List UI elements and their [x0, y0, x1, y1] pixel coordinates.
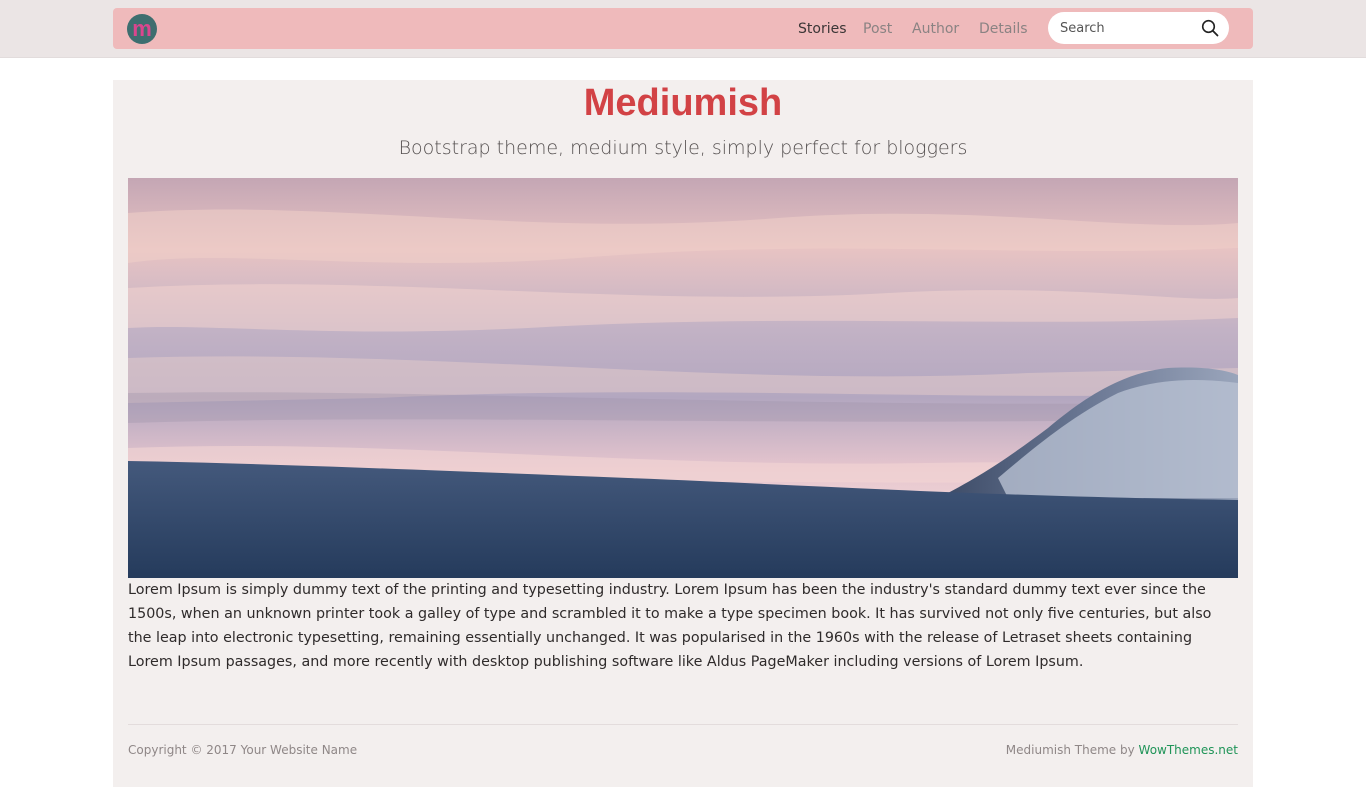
logo-icon[interactable]: m	[127, 14, 157, 44]
footer-credit: Mediumish Theme by WowThemes.net	[1006, 742, 1238, 758]
search-icon[interactable]	[1201, 19, 1219, 37]
nav-stories[interactable]: Stories	[798, 20, 847, 38]
footer-copyright: Copyright © 2017 Your Website Name	[128, 743, 358, 757]
nav-post[interactable]: Post	[863, 20, 892, 38]
footer-credit-prefix: Mediumish Theme by	[1005, 743, 1139, 757]
footer-divider	[128, 724, 1238, 725]
top-bar: m Stories Post Author Details	[0, 0, 1366, 58]
article-body: Lorem Ipsum is simply dummy text of the …	[128, 582, 1212, 670]
site-tagline: Bootstrap theme, medium style, simply pe…	[398, 137, 968, 159]
svg-text:m: m	[132, 16, 152, 41]
main-card: Mediumish Bootstrap theme, medium style,…	[113, 80, 1253, 787]
search-input[interactable]	[1060, 19, 1190, 37]
nav-details[interactable]: Details	[979, 20, 1028, 38]
nav-author[interactable]: Author	[912, 20, 959, 38]
navbar: m Stories Post Author Details	[113, 8, 1253, 49]
hero-image	[128, 178, 1238, 578]
footer-credit-link[interactable]: WowThemes.net	[1139, 743, 1238, 757]
search-box	[1048, 12, 1229, 44]
site-title[interactable]: Mediumish	[113, 80, 1253, 126]
